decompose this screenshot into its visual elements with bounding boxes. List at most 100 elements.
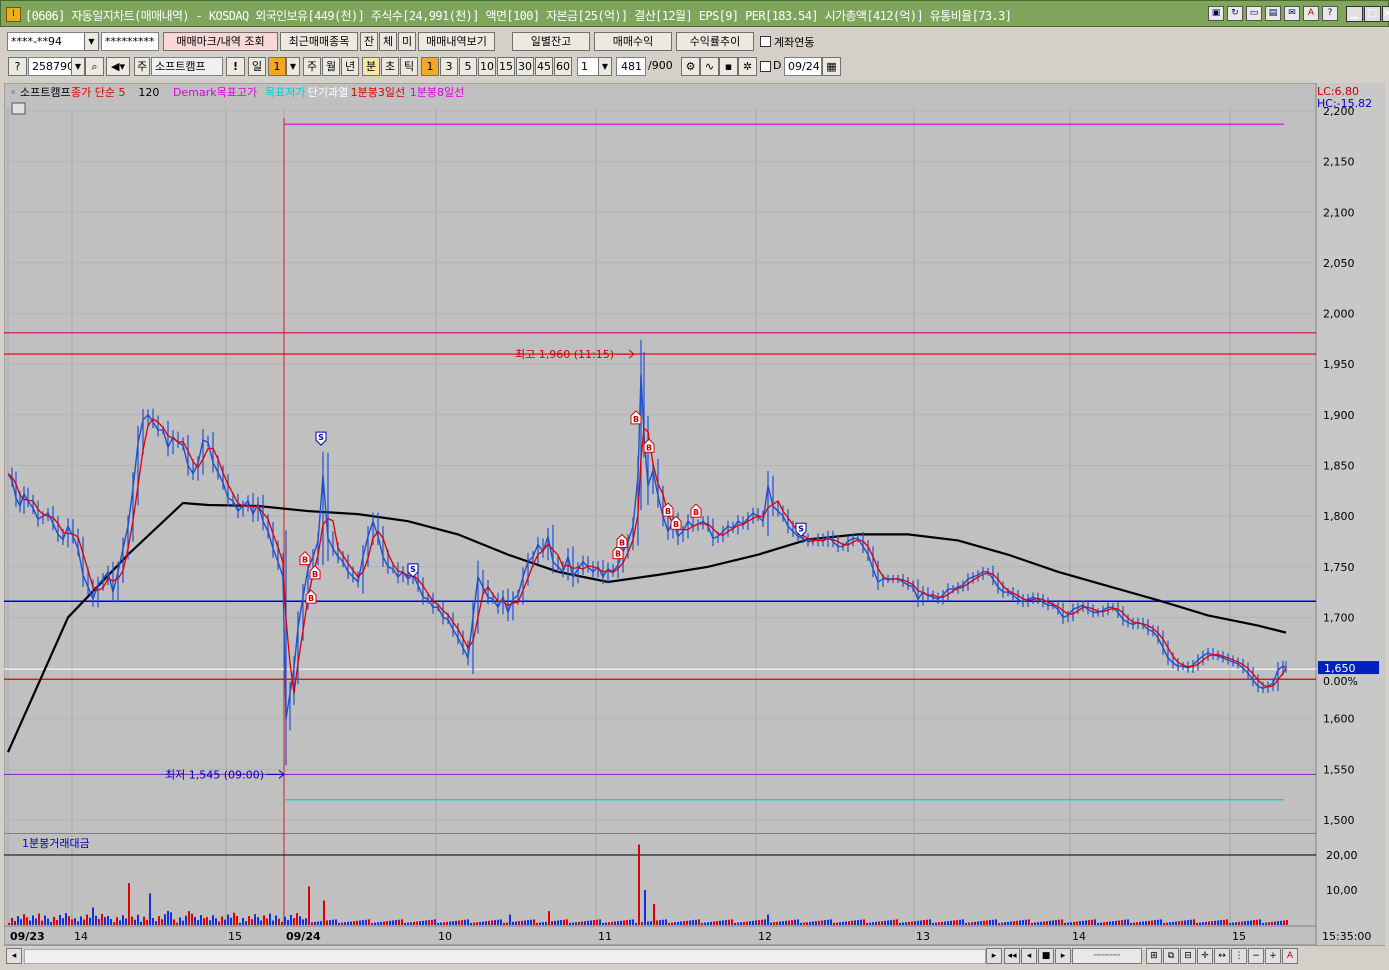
minimize-button[interactable]: ▁ — [1346, 6, 1363, 22]
email-icon[interactable]: ✉ — [1284, 6, 1300, 21]
alert-button[interactable]: ! — [226, 57, 245, 76]
stock-search-icon[interactable]: ? — [8, 57, 27, 76]
volume-bar — [857, 920, 859, 925]
split-icon[interactable]: ⋮ — [1231, 948, 1247, 964]
volume-bar — [1217, 920, 1219, 925]
period-year-button[interactable]: 년 — [341, 57, 359, 76]
volume-bar — [269, 913, 271, 925]
help-icon[interactable]: ? — [1322, 6, 1338, 21]
cross-icon[interactable]: ✛ — [1197, 948, 1213, 964]
volume-bar — [1199, 922, 1201, 925]
volume-bar — [977, 921, 979, 925]
minute-10-button[interactable]: 10 — [478, 57, 496, 76]
date-checkbox[interactable] — [760, 61, 771, 72]
return-trend-button[interactable]: 수익률추이 — [676, 32, 754, 51]
config-icon[interactable]: ✲ — [738, 57, 757, 76]
period-week-button[interactable]: 주 — [303, 57, 321, 76]
password-field[interactable]: ********* — [101, 32, 159, 51]
close-button[interactable]: × — [1382, 6, 1389, 22]
stock-code-dropdown-icon[interactable]: ▼ — [71, 57, 85, 76]
layout-icon[interactable]: ⊟ — [1180, 948, 1196, 964]
indicator-icon[interactable]: ∿ — [700, 57, 719, 76]
recent-trades-button[interactable]: 최근매매종목 — [280, 32, 358, 51]
count-field[interactable]: 481 — [616, 57, 646, 76]
minute-60-button[interactable]: 60 — [554, 57, 572, 76]
trade-history-button[interactable]: 매매내역보기 — [418, 32, 495, 51]
scroll-left-icon[interactable]: ◂ — [6, 948, 22, 964]
account-dropdown-icon[interactable]: ▼ — [84, 32, 99, 51]
period-day-value[interactable]: 1 — [268, 57, 286, 76]
account-link-checkbox[interactable] — [760, 36, 771, 47]
minute-1-button[interactable]: 1 — [421, 57, 439, 76]
scroll-track[interactable] — [24, 949, 986, 964]
volume-bar — [710, 921, 712, 925]
calendar-icon[interactable]: ▦ — [822, 57, 841, 76]
minute-30-button[interactable]: 30 — [516, 57, 534, 76]
scroll-prev-icon[interactable]: ◂ — [1021, 948, 1037, 964]
grid-view-icon[interactable]: ⊞ — [1146, 948, 1162, 964]
volume-bar — [359, 920, 361, 925]
zoom-in-button[interactable]: + — [1265, 948, 1281, 964]
volume-bar — [779, 921, 781, 925]
minute-value-field[interactable]: 1 — [577, 57, 599, 76]
minute-5-button[interactable]: 5 — [459, 57, 477, 76]
period-month-button[interactable]: 월 — [322, 57, 340, 76]
scroll-right-icon[interactable]: ▸ — [986, 948, 1002, 964]
volume-bar — [725, 920, 727, 925]
volume-bar — [698, 919, 700, 925]
account-field[interactable]: ****-**94 — [7, 32, 85, 51]
volume-bar — [884, 920, 886, 925]
volume-bar — [1265, 922, 1267, 925]
refresh-icon[interactable]: ↻ — [1227, 6, 1243, 21]
period-tick-button[interactable]: 틱 — [400, 57, 418, 76]
volume-bar — [23, 914, 25, 925]
minute-dropdown-icon[interactable]: ▼ — [598, 57, 612, 76]
volume-bar — [533, 919, 535, 925]
buy-mark-label: B — [302, 556, 308, 565]
scroll-next-icon[interactable]: ▸ — [1055, 948, 1071, 964]
volume-bar — [848, 921, 850, 925]
font-icon[interactable]: A — [1303, 6, 1319, 21]
executed-button[interactable]: 체 — [379, 32, 397, 51]
daily-balance-button[interactable]: 일별잔고 — [512, 32, 590, 51]
toolbar-chart: ? 258790 ▼ ⌕ ◀▾ 주 소프트캠프 ! 일 1 ▼ 주 월 년 분 … — [0, 56, 1389, 78]
settings-chart-icon[interactable]: ⚙ — [681, 57, 700, 76]
period-second-button[interactable]: 초 — [381, 57, 399, 76]
save-icon[interactable]: ▪ — [719, 57, 738, 76]
window-title: [0606] 자동일지차트(매매내역) - KOSDAQ 외국인보유[449(천… — [25, 9, 1012, 23]
trade-mark-query-button[interactable]: 매매마크/내역 조회 — [163, 32, 278, 51]
print-icon[interactable]: ▤ — [1265, 6, 1281, 21]
minute-45-button[interactable]: 45 — [535, 57, 553, 76]
price-chart-svg[interactable]: BBBBBBBBBBSSS 최고 1,960 (11:15)최저 1,545 (… — [3, 82, 1386, 946]
window-icon[interactable]: ▭ — [1246, 6, 1262, 21]
minute-3-button[interactable]: 3 — [440, 57, 458, 76]
chart-scrollbar[interactable]: ◂ ▸ ◂◂ ◂ ■ ▸ ┈┈┈┈┈ ⊞ ⧉ ⊟ ✛ ↔ ⋮ − + A — [4, 945, 1385, 966]
font-size-button[interactable]: A — [1282, 948, 1298, 964]
balance-button[interactable]: 잔 — [360, 32, 378, 51]
unexecuted-button[interactable]: 미 — [398, 32, 416, 51]
volume-bar — [395, 920, 397, 925]
period-day-button[interactable]: 일 — [248, 57, 266, 76]
zoom-slider[interactable]: ┈┈┈┈┈ — [1072, 948, 1142, 964]
magnifier-icon[interactable]: ⌕ — [85, 57, 104, 76]
scroll-first-icon[interactable]: ◂◂ — [1004, 948, 1020, 964]
stock-code-field[interactable]: 258790 — [28, 57, 72, 76]
zoom-out-button[interactable]: − — [1248, 948, 1264, 964]
volume-bar — [653, 904, 655, 925]
maximize-button[interactable]: □ — [1364, 6, 1381, 22]
window-tile-icon[interactable]: ⧉ — [1163, 948, 1179, 964]
volume-bar — [182, 920, 184, 925]
minute-15-button[interactable]: 15 — [497, 57, 515, 76]
stop-icon[interactable]: ■ — [1038, 948, 1054, 964]
volume-bar — [1064, 922, 1066, 925]
move-icon[interactable]: ↔ — [1214, 948, 1230, 964]
chart-area[interactable]: BBBBBBBBBBSSS 최고 1,960 (11:15) 최저 1,545 (… — [3, 82, 1386, 946]
link-icon[interactable]: ▣ — [1208, 6, 1224, 21]
volume-bar — [866, 922, 868, 925]
speaker-icon[interactable]: ◀▾ — [106, 57, 130, 76]
trade-profit-button[interactable]: 매매수익 — [594, 32, 672, 51]
date-field[interactable]: 09/24 — [784, 57, 822, 76]
volume-bar — [659, 920, 661, 925]
period-dropdown-icon[interactable]: ▼ — [286, 57, 300, 76]
period-minute-button[interactable]: 분 — [362, 57, 380, 76]
